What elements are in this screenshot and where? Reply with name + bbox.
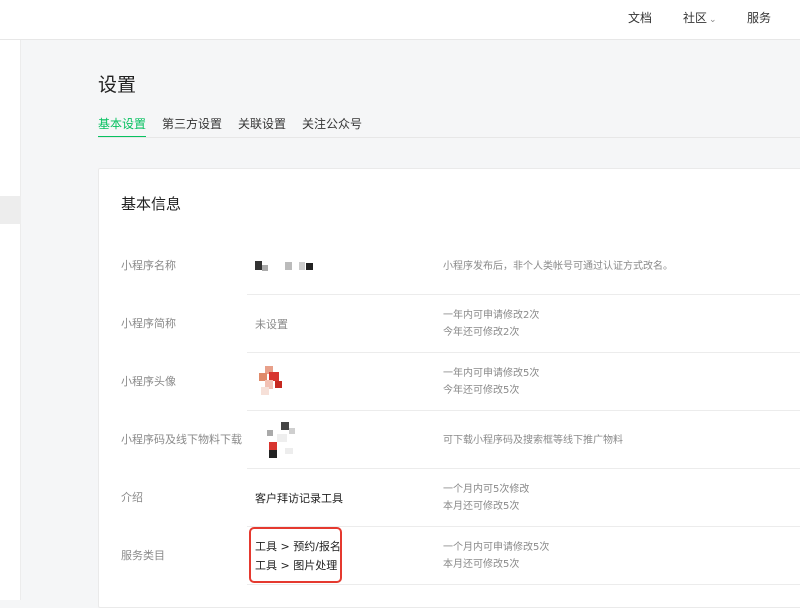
row-label: 小程序码及线下物料下载 bbox=[121, 433, 242, 446]
row-divider bbox=[247, 584, 800, 585]
avatar-value bbox=[255, 353, 289, 411]
row-description-line: 一个月内可申请修改5次 bbox=[443, 542, 550, 553]
row-mini-program-name: 小程序名称 小程序发布后，非个人类帐号可通过认证方式改名。 bbox=[99, 237, 800, 295]
code-value bbox=[255, 411, 299, 469]
row-description: 一年内可申请修改2次 今年还可修改2次 bbox=[443, 295, 539, 353]
row-description-line: 本月还可修改5次 bbox=[443, 501, 520, 512]
row-description-line: 今年还可修改2次 bbox=[443, 327, 520, 338]
introduction-text: 客户拜访记录工具 bbox=[255, 492, 343, 505]
tab-third-party-settings[interactable]: 第三方设置 bbox=[162, 116, 222, 138]
tab-follow-official-account[interactable]: 关注公众号 bbox=[302, 116, 362, 138]
short-name-value: 未设置 bbox=[255, 295, 288, 353]
page-title: 设置 bbox=[98, 74, 137, 96]
avatar[interactable] bbox=[255, 365, 289, 399]
row-label: 小程序名称 bbox=[121, 259, 176, 272]
tab-association-settings[interactable]: 关联设置 bbox=[238, 116, 286, 138]
row-code-and-materials: 小程序码及线下物料下载 可下载小程序码及搜索框等线下推广物料 bbox=[99, 411, 800, 469]
row-service-category: 服务类目 工具 > 预约/报名 工具 > 图片处理 一个月内可申请修改5次 本月… bbox=[99, 527, 800, 585]
top-navigation-bar: 文档 社区 ⌄ 服务 bbox=[0, 0, 800, 40]
row-description-line: 可下载小程序码及搜索框等线下推广物料 bbox=[443, 434, 623, 446]
row-introduction: 介绍 客户拜访记录工具 一个月内可5次修改 本月还可修改5次 bbox=[99, 469, 800, 527]
redacted-name-image bbox=[255, 259, 319, 273]
row-label: 服务类目 bbox=[121, 549, 165, 562]
row-description: 可下载小程序码及搜索框等线下推广物料 bbox=[443, 411, 623, 469]
basic-info-card: 基本信息 小程序名称 小程序发布后，非个人类帐号可通过认证方式改名。 小程序简称… bbox=[98, 168, 800, 608]
service-category-highlight-box bbox=[249, 527, 342, 583]
sidebar bbox=[0, 40, 21, 600]
row-description-line: 小程序发布后，非个人类帐号可通过认证方式改名。 bbox=[443, 260, 673, 272]
row-description: 小程序发布后，非个人类帐号可通过认证方式改名。 bbox=[443, 237, 673, 295]
row-description-line: 一年内可申请修改2次 bbox=[443, 310, 540, 321]
row-description-line: 一年内可申请修改5次 bbox=[443, 368, 540, 379]
row-description-line: 一个月内可5次修改 bbox=[443, 484, 530, 495]
introduction-value: 客户拜访记录工具 bbox=[255, 469, 343, 527]
row-description-line: 本月还可修改5次 bbox=[443, 559, 520, 570]
card-title: 基本信息 bbox=[121, 195, 182, 213]
nav-community-label: 社区 bbox=[683, 11, 708, 25]
nav-community-menu[interactable]: 社区 ⌄ bbox=[683, 0, 717, 40]
chevron-down-icon: ⌄ bbox=[709, 15, 717, 25]
row-label: 介绍 bbox=[121, 491, 143, 504]
row-label: 小程序头像 bbox=[121, 375, 176, 388]
nav-docs-link[interactable]: 文档 bbox=[628, 0, 652, 40]
mini-program-code-image[interactable] bbox=[255, 420, 299, 460]
short-name-text: 未设置 bbox=[255, 318, 288, 331]
sidebar-active-item[interactable] bbox=[0, 196, 21, 224]
row-label: 小程序简称 bbox=[121, 317, 176, 330]
tab-basic-settings[interactable]: 基本设置 bbox=[98, 116, 147, 138]
name-value-redacted bbox=[255, 237, 319, 295]
row-description: 一年内可申请修改5次 今年还可修改5次 bbox=[443, 353, 539, 411]
row-mini-program-short-name: 小程序简称 未设置 一年内可申请修改2次 今年还可修改2次 bbox=[99, 295, 800, 353]
tabs-divider bbox=[98, 137, 800, 138]
row-description: 一个月内可申请修改5次 本月还可修改5次 bbox=[443, 527, 549, 585]
row-description-line: 今年还可修改5次 bbox=[443, 385, 520, 396]
nav-services-link[interactable]: 服务 bbox=[747, 0, 771, 40]
row-description: 一个月内可5次修改 本月还可修改5次 bbox=[443, 469, 529, 527]
row-mini-program-avatar: 小程序头像 一年内可申请修改5次 今年还可修改5次 bbox=[99, 353, 800, 411]
